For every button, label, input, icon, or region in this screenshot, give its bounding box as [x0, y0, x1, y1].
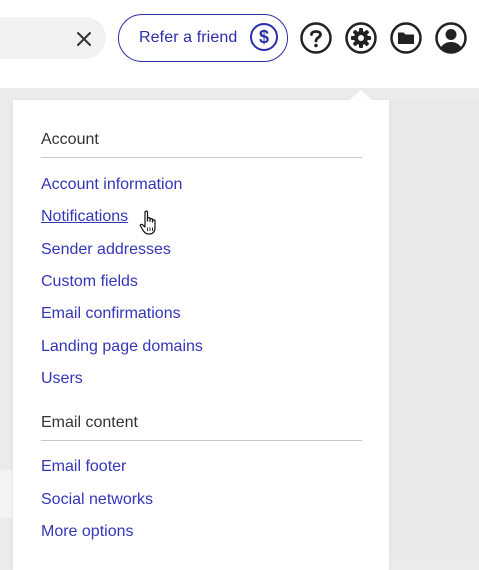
- menu-item-email-confirmations[interactable]: Email confirmations: [41, 305, 181, 323]
- menu-item-email-footer[interactable]: Email footer: [41, 458, 126, 476]
- background-strip: [0, 470, 13, 518]
- settings-button[interactable]: [344, 21, 378, 55]
- help-icon: [300, 22, 332, 54]
- folder-icon: [390, 22, 422, 54]
- menu-item-notifications[interactable]: Notifications: [41, 208, 128, 226]
- refer-a-friend-label: Refer a friend: [139, 29, 238, 46]
- menu-item-account-information[interactable]: Account information: [41, 176, 182, 194]
- menu-item-landing-page-domains[interactable]: Landing page domains: [41, 338, 203, 356]
- dollar-icon: $: [250, 23, 278, 51]
- settings-gear-icon: [345, 22, 377, 54]
- close-icon: [77, 32, 91, 46]
- refer-a-friend-button[interactable]: Refer a friend $: [118, 14, 288, 62]
- background-panel: [389, 100, 479, 558]
- menu-item-social-networks[interactable]: Social networks: [41, 491, 153, 509]
- account-settings-dropdown: Account Account information Notification…: [13, 100, 389, 570]
- help-button[interactable]: [299, 21, 333, 55]
- hand-cursor-icon: [139, 210, 156, 235]
- clear-search-button[interactable]: [72, 27, 96, 51]
- menu-item-sender-addresses[interactable]: Sender addresses: [41, 241, 171, 259]
- section-divider: [41, 157, 362, 158]
- folder-button[interactable]: [389, 21, 423, 55]
- top-bar: Refer a friend $: [0, 0, 479, 88]
- menu-item-users[interactable]: Users: [41, 370, 83, 388]
- menu-item-custom-fields[interactable]: Custom fields: [41, 273, 138, 291]
- section-divider: [41, 440, 362, 441]
- user-account-button[interactable]: [434, 21, 468, 55]
- user-avatar-icon: [435, 22, 467, 54]
- section-title-account: Account: [41, 131, 99, 148]
- menu-item-more-options[interactable]: More options: [41, 523, 134, 541]
- section-title-email-content: Email content: [41, 414, 138, 431]
